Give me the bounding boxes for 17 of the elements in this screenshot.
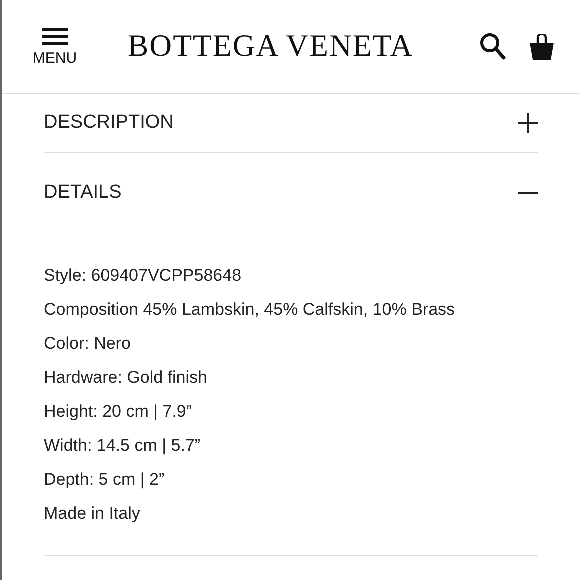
detail-text: Composition 45% Lambskin, 45% Calfskin, 10% Brass <box>44 299 456 321</box>
accordion-header[interactable]: DESCRIPTION <box>44 94 538 152</box>
detail-text: Made in Italy <box>44 503 142 525</box>
plus-icon <box>518 113 538 133</box>
minus-icon <box>518 192 538 194</box>
shopping-bag-icon[interactable] <box>530 34 554 60</box>
detail-text: Style: 609407VCPP58648 <box>44 265 243 287</box>
menu-icon <box>42 28 68 44</box>
menu-button[interactable]: MENU <box>32 28 78 66</box>
detail-text: Depth: 5 cm | 2” <box>44 469 166 491</box>
detail-text: Color: Nero <box>44 333 132 355</box>
detail-text: Height: 20 cm | 7.9” <box>44 401 194 423</box>
detail-text: Hardware: Gold finish <box>44 367 208 389</box>
accordion-header[interactable]: DETAILS <box>44 153 538 233</box>
detail-text: Width: 14.5 cm | 5.7” <box>44 435 202 457</box>
search-icon[interactable] <box>480 33 506 60</box>
brand-logo[interactable]: BOTTEGA VENETA <box>128 23 480 70</box>
